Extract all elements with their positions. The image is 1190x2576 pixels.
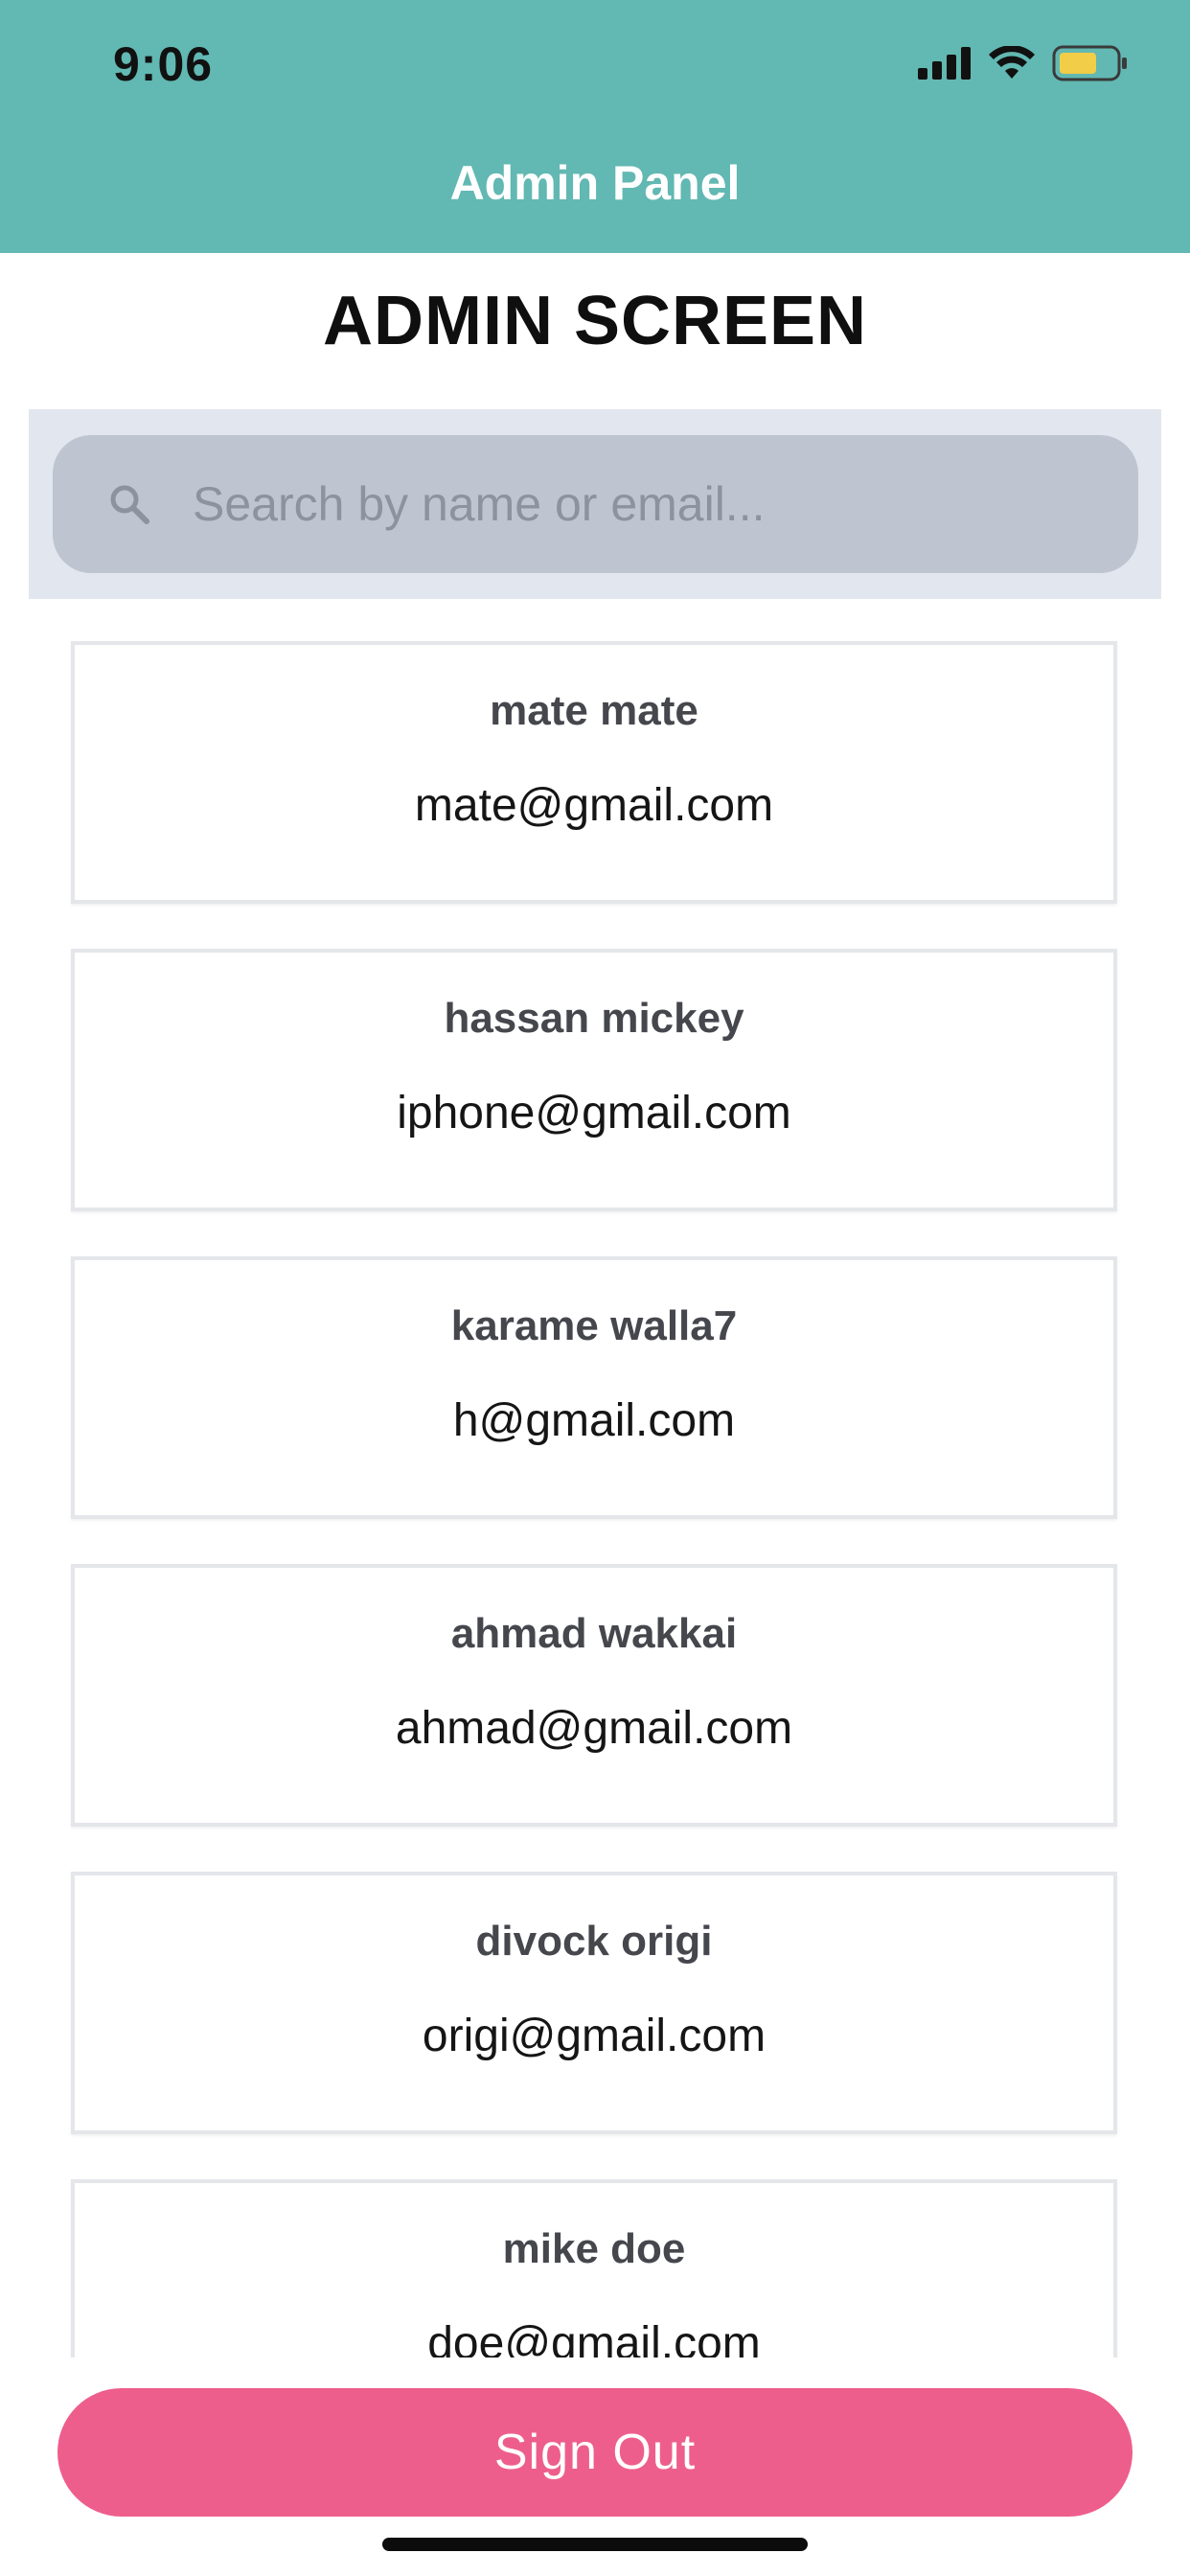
user-name: karame walla7 [450, 1302, 738, 1349]
user-list[interactable]: mate mate mate@gmail.com hassan mickey i… [0, 638, 1190, 2358]
search-input[interactable] [193, 435, 1112, 573]
admin-screen: 9:06 Admin Panel ADMIN SCREEN Search by … [0, 0, 1190, 2576]
user-name: ahmad wakkai [450, 1610, 738, 1657]
search-field[interactable] [53, 435, 1138, 573]
page-title: ADMIN SCREEN [322, 283, 868, 359]
user-name: hassan mickey [444, 995, 744, 1042]
cellular-signal-icon [918, 47, 971, 80]
user-card[interactable]: hassan mickey iphone@gmail.com [71, 949, 1117, 1211]
user-email: iphone@gmail.com [397, 1088, 791, 1138]
nav-title: Admin Panel [449, 156, 741, 210]
user-email: h@gmail.com [452, 1395, 736, 1446]
search-bar [29, 409, 1161, 599]
user-name: mike doe [502, 2225, 686, 2272]
header-bar: 9:06 Admin Panel [0, 0, 1190, 253]
user-email: ahmad@gmail.com [395, 1703, 793, 1754]
user-card[interactable]: mike doe doe@gmail.com [71, 2179, 1117, 2358]
user-name: divock origi [475, 1918, 713, 1965]
home-indicator [382, 2538, 808, 2551]
status-icons [918, 44, 1129, 82]
user-email: mate@gmail.com [414, 780, 774, 831]
user-card[interactable]: mate mate mate@gmail.com [71, 641, 1117, 904]
user-email: doe@gmail.com [427, 2318, 761, 2358]
user-card[interactable]: divock origi origi@gmail.com [71, 1872, 1117, 2134]
user-name: mate mate [490, 687, 698, 734]
wifi-icon [989, 46, 1035, 79]
user-card[interactable]: karame walla7 h@gmail.com [71, 1256, 1117, 1519]
battery-icon [1052, 45, 1127, 81]
user-card[interactable]: ahmad wakkai ahmad@gmail.com [71, 1564, 1117, 1827]
sign-out-button[interactable]: Sign Out [57, 2388, 1133, 2517]
user-email: origi@gmail.com [422, 2011, 767, 2061]
status-time: 9:06 [113, 37, 214, 91]
search-icon [110, 485, 149, 524]
